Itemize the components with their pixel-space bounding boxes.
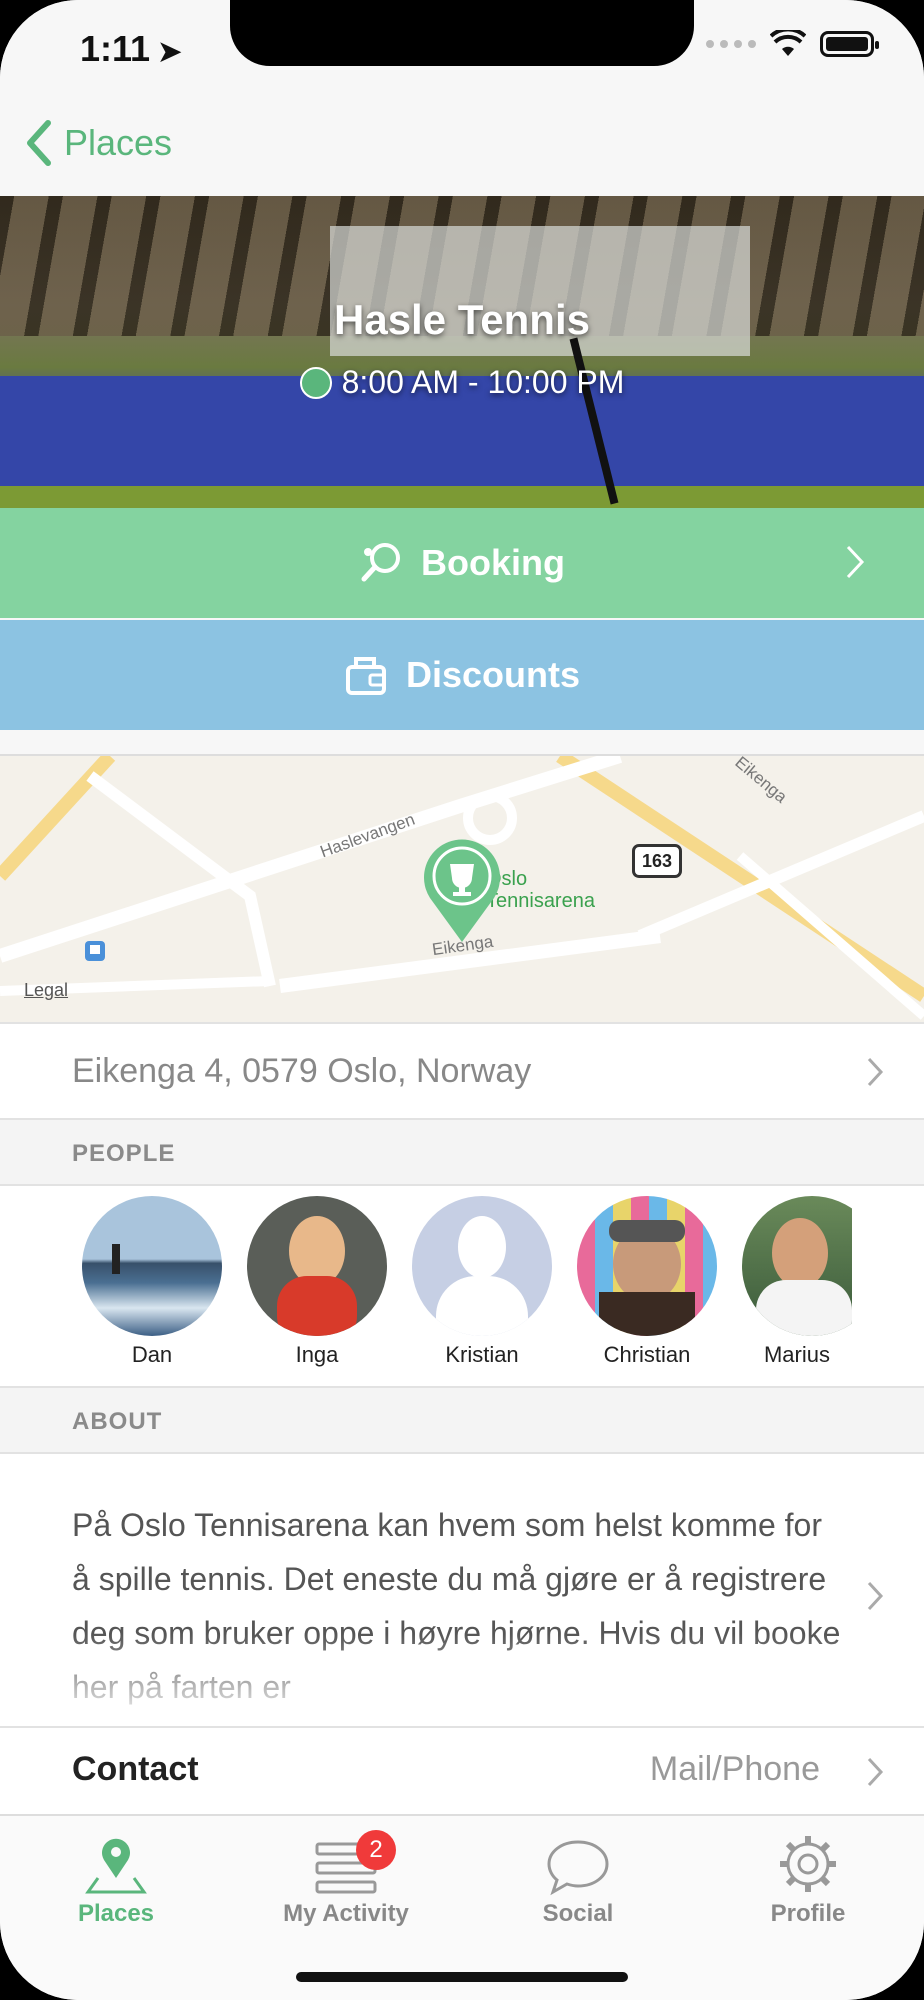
avatar bbox=[742, 1196, 852, 1336]
booking-label: Booking bbox=[421, 542, 565, 583]
avatar bbox=[247, 1196, 387, 1336]
notch bbox=[230, 0, 694, 66]
booking-button[interactable]: Booking bbox=[0, 508, 924, 618]
battery-icon bbox=[820, 31, 879, 57]
chevron-right-icon bbox=[867, 1757, 884, 1787]
notification-badge: 2 bbox=[356, 1830, 396, 1870]
person-kristian[interactable]: Kristian bbox=[412, 1196, 552, 1368]
tab-my-activity[interactable]: 2 My Activity bbox=[246, 1830, 446, 1928]
wallet-icon bbox=[345, 657, 386, 695]
wifi-icon bbox=[770, 30, 806, 56]
map-pin-icon bbox=[85, 1838, 147, 1894]
status-time: 1:11 ➤ bbox=[80, 28, 182, 69]
location-arrow-icon: ➤ bbox=[158, 36, 182, 67]
back-label: Places bbox=[64, 122, 173, 163]
tab-profile[interactable]: Profile bbox=[708, 1830, 908, 1928]
avatar bbox=[577, 1196, 717, 1336]
ping-pong-icon bbox=[361, 543, 400, 582]
avatar-placeholder bbox=[412, 1196, 552, 1336]
chevron-right-icon bbox=[867, 1581, 884, 1611]
chevron-right-icon bbox=[867, 1057, 884, 1087]
tab-social[interactable]: Social bbox=[478, 1830, 678, 1928]
chevron-left-icon bbox=[27, 120, 51, 166]
discounts-button[interactable]: Discounts bbox=[0, 620, 924, 730]
address-text: Eikenga 4, 0579 Oslo, Norway bbox=[72, 1052, 532, 1090]
tab-places[interactable]: Places bbox=[16, 1830, 216, 1928]
person-marius[interactable]: Marius bbox=[742, 1196, 852, 1368]
signal-icon bbox=[706, 40, 756, 48]
people-section-header: PEOPLE bbox=[0, 1120, 924, 1186]
route-badge: 163 bbox=[632, 844, 682, 878]
open-status-dot bbox=[299, 366, 332, 399]
person-dan[interactable]: Dan bbox=[82, 1196, 222, 1368]
venue-hero-image: Hasle Tennis 8:00 AM - 10:00 PM bbox=[0, 196, 924, 508]
discounts-label: Discounts bbox=[405, 654, 581, 695]
people-list: Dan Inga Kristian Christian Marius bbox=[0, 1186, 924, 1388]
opening-hours: 8:00 AM - 10:00 PM bbox=[0, 364, 924, 401]
about-row[interactable]: På Oslo Tennisarena kan hvem som helst k… bbox=[0, 1454, 924, 1726]
phone-screen: 1:11 ➤ Places Hasle Tennis 8:00 AM - 10:0… bbox=[0, 0, 924, 2000]
home-indicator[interactable] bbox=[296, 1972, 628, 1982]
status-bar: 1:11 ➤ bbox=[0, 0, 924, 110]
transit-icon bbox=[85, 941, 105, 961]
location-map[interactable]: Haslevangen Eikenga Eikenga 163 Oslo Ten… bbox=[0, 754, 924, 1022]
person-inga[interactable]: Inga bbox=[247, 1196, 387, 1368]
person-christian[interactable]: Christian bbox=[577, 1196, 717, 1368]
navigation-bar: Places bbox=[0, 110, 924, 196]
about-section-header: ABOUT bbox=[0, 1388, 924, 1454]
map-pin-trophy-icon[interactable] bbox=[420, 836, 504, 946]
opening-hours-text: 8:00 AM - 10:00 PM bbox=[341, 364, 625, 400]
chat-bubble-icon bbox=[547, 1840, 609, 1896]
contact-label: Contact bbox=[72, 1750, 199, 1788]
avatar bbox=[82, 1196, 222, 1336]
address-row[interactable]: Eikenga 4, 0579 Oslo, Norway bbox=[0, 1022, 924, 1120]
venue-title: Hasle Tennis bbox=[334, 296, 590, 343]
gear-icon bbox=[780, 1836, 836, 1892]
map-legal-link[interactable]: Legal bbox=[24, 980, 68, 1001]
contact-value: Mail/Phone bbox=[649, 1750, 820, 1788]
back-button[interactable]: Places bbox=[26, 120, 172, 166]
chevron-right-icon bbox=[846, 545, 865, 579]
contact-row[interactable]: Contact Mail/Phone bbox=[0, 1726, 924, 1814]
